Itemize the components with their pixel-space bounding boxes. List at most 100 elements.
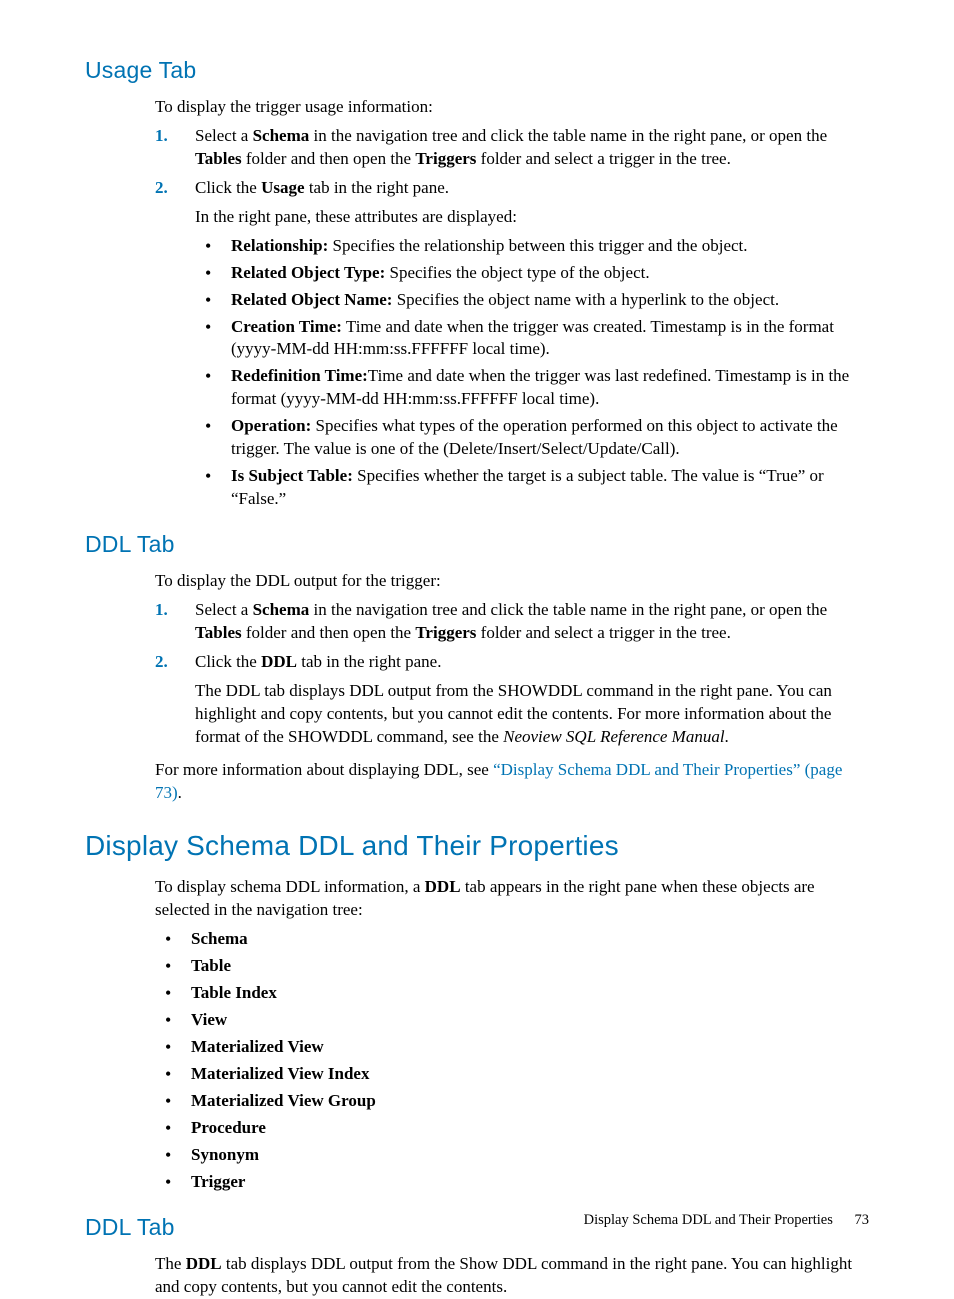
step-number: 1. [155, 125, 168, 148]
list-item: Materialized View Group [155, 1090, 869, 1113]
usage-intro: To display the trigger usage information… [155, 96, 869, 119]
bold-triggers: Triggers [415, 623, 476, 642]
attr-label: Related Object Name: [231, 290, 392, 309]
attr-label: Creation Time: [231, 317, 342, 336]
obj-materialized-view-group: Materialized View Group [191, 1091, 376, 1110]
bold-triggers: Triggers [415, 149, 476, 168]
footer-page-number: 73 [855, 1212, 870, 1228]
list-item: Redefinition Time:Time and date when the… [195, 365, 869, 411]
page-content: Usage Tab To display the trigger usage i… [0, 0, 954, 1299]
list-item: Materialized View [155, 1036, 869, 1059]
attr-desc: Specifies the object type of the object. [385, 263, 649, 282]
list-item: Table Index [155, 982, 869, 1005]
bold-tables: Tables [195, 149, 242, 168]
bold-usage: Usage [261, 178, 304, 197]
bold-tables: Tables [195, 623, 242, 642]
step-text: Click the Usage tab in the right pane. [195, 177, 869, 200]
list-item: Related Object Name: Specifies the objec… [195, 289, 869, 312]
list-item: Trigger [155, 1171, 869, 1194]
attr-label: Related Object Type: [231, 263, 385, 282]
list-item: Is Subject Table: Specifies whether the … [195, 465, 869, 511]
display-schema-ddl-body: To display schema DDL information, a DDL… [155, 876, 869, 1193]
step-text: Select a Schema in the navigation tree a… [195, 125, 869, 171]
step-subtext: In the right pane, these attributes are … [195, 206, 869, 229]
usage-attributes-list: Relationship: Specifies the relationship… [195, 235, 869, 511]
attr-desc: Specifies the object name with a hyperli… [392, 290, 779, 309]
obj-materialized-view-index: Materialized View Index [191, 1064, 369, 1083]
bold-schema: Schema [253, 126, 310, 145]
text: folder and select a trigger in the tree. [476, 623, 730, 642]
list-item: Schema [155, 928, 869, 951]
ddl1-intro: To display the DDL output for the trigge… [155, 570, 869, 593]
text: folder and select a trigger in the tree. [476, 149, 730, 168]
step-text: Select a Schema in the navigation tree a… [195, 599, 869, 645]
text: For more information about displaying DD… [155, 760, 493, 779]
display-schema-intro: To display schema DDL information, a DDL… [155, 876, 869, 922]
obj-schema: Schema [191, 929, 248, 948]
step-text: Click the DDL tab in the right pane. [195, 651, 869, 674]
italic-ref-manual: Neoview SQL Reference Manual [503, 727, 724, 746]
list-item: View [155, 1009, 869, 1032]
list-item: Creation Time: Time and date when the tr… [195, 316, 869, 362]
ddl1-step-2: 2. Click the DDL tab in the right pane. … [155, 651, 869, 749]
attr-label: Redefinition Time: [231, 366, 368, 385]
heading-usage-tab: Usage Tab [85, 55, 869, 86]
usage-steps: 1. Select a Schema in the navigation tre… [155, 125, 869, 511]
usage-tab-body: To display the trigger usage information… [155, 96, 869, 511]
text: Click the [195, 178, 261, 197]
text: folder and then open the [242, 623, 416, 642]
text: To display schema DDL information, a [155, 877, 425, 896]
bold-ddl: DDL [186, 1254, 222, 1273]
attr-label: Is Subject Table: [231, 466, 353, 485]
obj-synonym: Synonym [191, 1145, 259, 1164]
step-subtext: The DDL tab displays DDL output from the… [195, 680, 869, 749]
list-item: Relationship: Specifies the relationship… [195, 235, 869, 258]
bold-ddl: DDL [425, 877, 461, 896]
ddl-tab-1-body: To display the DDL output for the trigge… [155, 570, 869, 804]
usage-step-1: 1. Select a Schema in the navigation tre… [155, 125, 869, 171]
ddl1-step-1: 1. Select a Schema in the navigation tre… [155, 599, 869, 645]
ddl1-steps: 1. Select a Schema in the navigation tre… [155, 599, 869, 749]
ddl1-more-info: For more information about displaying DD… [155, 759, 869, 805]
list-item: Synonym [155, 1144, 869, 1167]
bold-schema: Schema [253, 600, 310, 619]
attr-label: Relationship: [231, 236, 328, 255]
text: . [725, 727, 729, 746]
step-number: 2. [155, 177, 168, 200]
attr-desc: Specifies the relationship between this … [328, 236, 747, 255]
heading-display-schema-ddl: Display Schema DDL and Their Properties [85, 827, 869, 865]
obj-table: Table [191, 956, 231, 975]
ddl-tab-2-body: The DDL tab displays DDL output from the… [155, 1253, 869, 1299]
list-item: Materialized View Index [155, 1063, 869, 1086]
list-item: Procedure [155, 1117, 869, 1140]
text: Select a [195, 126, 253, 145]
list-item: Operation: Specifies what types of the o… [195, 415, 869, 461]
page-footer: Display Schema DDL and Their Properties … [584, 1211, 869, 1231]
list-item: Table [155, 955, 869, 978]
text: The [155, 1254, 186, 1273]
text: Select a [195, 600, 253, 619]
obj-table-index: Table Index [191, 983, 277, 1002]
text: tab in the right pane. [297, 652, 441, 671]
attr-label: Operation: [231, 416, 311, 435]
ddl2-text: The DDL tab displays DDL output from the… [155, 1253, 869, 1299]
text: . [178, 783, 182, 802]
obj-procedure: Procedure [191, 1118, 266, 1137]
text: Click the [195, 652, 261, 671]
object-list: Schema Table Table Index View Materializ… [155, 928, 869, 1193]
text: tab displays DDL output from the Show DD… [155, 1254, 852, 1296]
obj-view: View [191, 1010, 227, 1029]
text: folder and then open the [242, 149, 416, 168]
text: in the navigation tree and click the tab… [309, 600, 827, 619]
step-number: 1. [155, 599, 168, 622]
heading-ddl-tab-1: DDL Tab [85, 529, 869, 560]
obj-materialized-view: Materialized View [191, 1037, 324, 1056]
bold-ddl: DDL [261, 652, 297, 671]
footer-title: Display Schema DDL and Their Properties [584, 1212, 833, 1228]
obj-trigger: Trigger [191, 1172, 245, 1191]
usage-step-2: 2. Click the Usage tab in the right pane… [155, 177, 869, 511]
text: tab in the right pane. [305, 178, 449, 197]
text: in the navigation tree and click the tab… [309, 126, 827, 145]
list-item: Related Object Type: Specifies the objec… [195, 262, 869, 285]
step-number: 2. [155, 651, 168, 674]
